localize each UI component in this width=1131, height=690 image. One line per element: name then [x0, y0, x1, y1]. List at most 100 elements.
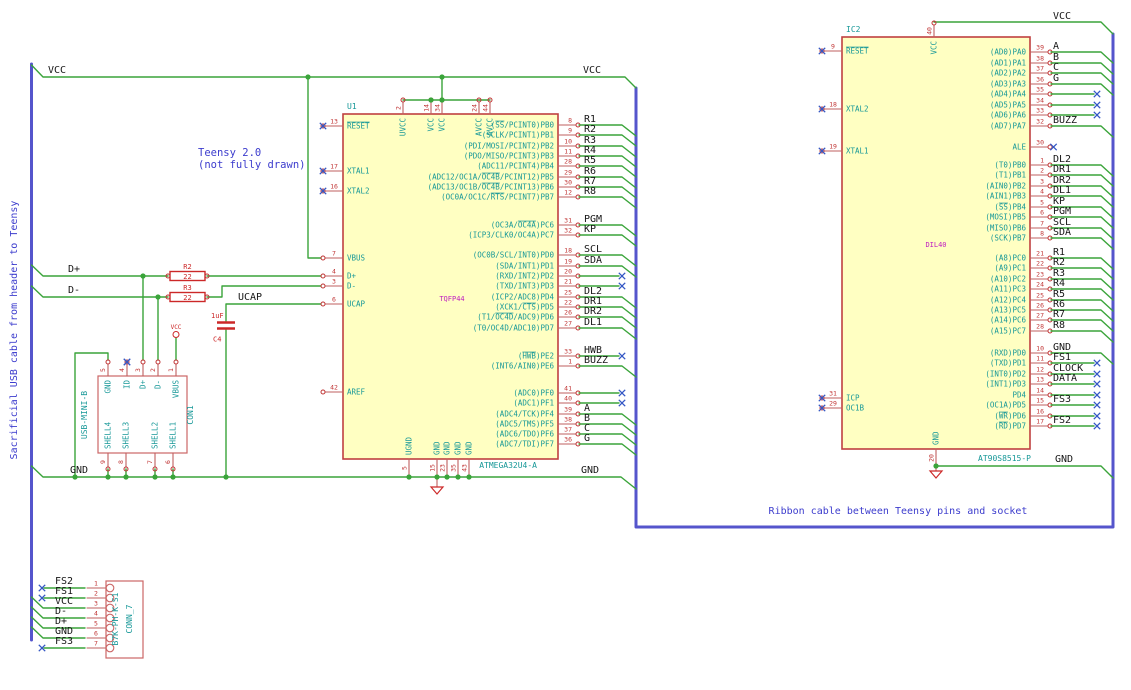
note-ribbon-cable[interactable]: Ribbon cable between Teensy pins and soc…	[769, 506, 1028, 517]
net-label[interactable]: UCAP	[238, 292, 262, 303]
pin-name: PD4	[1012, 391, 1026, 400]
net-label[interactable]: GND	[70, 465, 88, 476]
net-label[interactable]: VCC	[583, 65, 601, 76]
net-label[interactable]: VCC	[1053, 11, 1071, 22]
net-label[interactable]: PGM	[1053, 206, 1071, 217]
net-label[interactable]: G	[584, 433, 590, 444]
pin-number: 8	[1040, 230, 1044, 238]
pin-name: (INT1)PD3	[985, 380, 1026, 389]
pin-number: 1	[167, 368, 175, 372]
pin-number: 36	[1036, 76, 1044, 84]
pin-number: 14	[1036, 387, 1044, 395]
pin-number: 19	[829, 143, 837, 151]
net-label[interactable]: DL1	[1053, 185, 1071, 196]
pin-name: (A12)PC4	[990, 296, 1027, 305]
pin-name: D+	[139, 380, 148, 390]
pin-name: (T0/OC4D/ADC10)PD7	[473, 324, 554, 333]
net-label[interactable]: FS1	[1053, 352, 1071, 363]
pin-number: 6	[332, 296, 336, 304]
pin-name: (XCK1/CTS)PD5	[495, 303, 554, 312]
pin-number: 4	[94, 610, 98, 618]
net-label[interactable]: GND	[1055, 454, 1073, 465]
pin-number: 9	[831, 43, 835, 51]
pin-name: (A14)PC6	[990, 316, 1027, 325]
net-label[interactable]: C	[1053, 62, 1059, 73]
net-label[interactable]: R4	[1053, 278, 1065, 289]
pin-name: SHELL2	[151, 422, 160, 449]
pin-number: 11	[564, 148, 572, 156]
pin-number: 30	[1036, 139, 1044, 147]
pin-number: 41	[564, 385, 572, 393]
pin-number: 26	[1036, 302, 1044, 310]
pin-number: 44	[482, 104, 490, 112]
net-label[interactable]: FS3	[1053, 394, 1071, 405]
note-teensy-line1[interactable]: Teensy 2.0	[198, 147, 261, 159]
net-label[interactable]: FS3	[55, 636, 73, 647]
pin-name: (AD0)PA0	[990, 48, 1027, 57]
note-left-cable[interactable]: Sacrificial USB cable from header to Tee…	[9, 201, 20, 460]
pin-name: (ADC4/TCK)PF4	[495, 410, 554, 419]
pin-name: ALE	[1012, 143, 1026, 152]
pin-number: 18	[564, 247, 572, 255]
pin-number: 3	[94, 600, 98, 608]
wire-junction	[434, 474, 440, 480]
pin-number: 4	[118, 368, 126, 372]
pin-number: 7	[94, 640, 98, 648]
net-label[interactable]: GND	[581, 465, 599, 476]
pin-name: GND	[932, 431, 941, 445]
net-label[interactable]: DATA	[1053, 373, 1077, 384]
net-label[interactable]: VCC	[48, 65, 66, 76]
net-label[interactable]: R7	[1053, 309, 1065, 320]
wire-junction	[170, 474, 176, 480]
pin-name: VBUS	[347, 254, 366, 263]
pin-name: (HWB)PE2	[518, 352, 554, 361]
pin-name: (AIN0)PB2	[985, 182, 1026, 191]
pin-name: (SDA/INT1)PD1	[495, 262, 554, 271]
pin-name: (SCK)PB7	[990, 234, 1026, 243]
wire-junction	[123, 474, 129, 480]
pin-name: (OC0A/OC1C/RTS/PCINT7)PB7	[441, 193, 554, 202]
pin-name: GND	[465, 441, 474, 455]
ic2-reference: IC2	[846, 25, 861, 34]
pin-number: 17	[330, 163, 338, 171]
net-label[interactable]: SDA	[1053, 227, 1071, 238]
net-label[interactable]: R8	[1053, 320, 1065, 331]
pin-number: 31	[564, 217, 572, 225]
pin-number: 11	[1036, 355, 1044, 363]
net-label[interactable]: SDA	[584, 255, 602, 266]
net-label[interactable]: FS2	[1053, 415, 1071, 426]
net-label[interactable]: SCL	[584, 244, 602, 255]
net-label[interactable]: BUZZ	[584, 355, 608, 366]
pin-name: (A11)PC3	[990, 285, 1026, 294]
pin-number: 10	[1036, 345, 1044, 353]
net-label[interactable]: R5	[584, 155, 596, 166]
pin-number: 25	[564, 289, 572, 297]
net-label[interactable]: D-	[68, 285, 80, 296]
u1-reference: U1	[347, 102, 357, 111]
pin-name: (TXD)PD1	[990, 359, 1026, 368]
net-label[interactable]: DR1	[1053, 164, 1071, 175]
wire-junction	[455, 474, 461, 480]
net-label[interactable]: KP	[584, 224, 596, 235]
pin-number: 37	[1036, 65, 1044, 73]
net-label[interactable]: DR2	[584, 306, 602, 317]
pin-number: 5	[401, 466, 409, 470]
net-label[interactable]: G	[1053, 73, 1059, 84]
pin-number: 6	[164, 460, 172, 464]
net-label[interactable]: D+	[68, 264, 80, 275]
net-label[interactable]: A	[1053, 41, 1059, 52]
net-label[interactable]: R8	[584, 186, 596, 197]
note-teensy-line2[interactable]: (not fully drawn)	[198, 159, 305, 171]
pin-number: 27	[1036, 312, 1044, 320]
pin-number: 32	[564, 227, 572, 235]
pin-number: 38	[564, 416, 572, 424]
net-label[interactable]: R2	[1053, 257, 1065, 268]
u1-chip[interactable]: U1ATMEGA32U4-ATQFP4413RESET17XTAL116XTAL…	[319, 97, 637, 476]
capacitor-reference: C4	[213, 336, 221, 344]
net-label[interactable]: DL1	[584, 317, 602, 328]
pin-number: 29	[829, 400, 837, 408]
pin-number: 26	[564, 309, 572, 317]
net-label[interactable]: R2	[584, 124, 596, 135]
pin-number: 36	[564, 436, 572, 444]
net-label[interactable]: BUZZ	[1053, 115, 1077, 126]
